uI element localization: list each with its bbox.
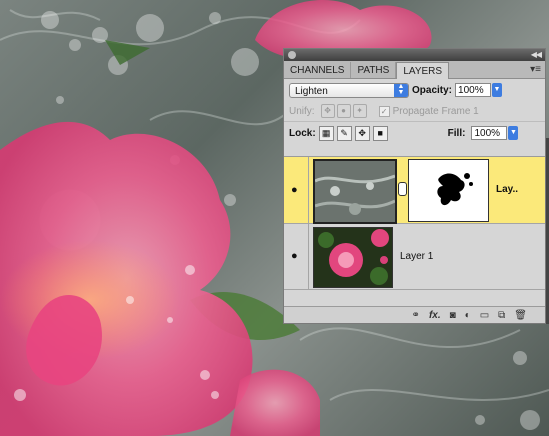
- tab-paths[interactable]: PATHS: [351, 62, 397, 78]
- fx-icon[interactable]: fx.: [429, 310, 441, 321]
- select-arrows-icon: ▲ ▼: [394, 83, 408, 97]
- close-icon[interactable]: [288, 51, 296, 59]
- unify-style-icon[interactable]: ✦: [352, 104, 367, 118]
- propagate-label: Propagate Frame 1: [392, 105, 479, 117]
- chain-link-icon[interactable]: [398, 182, 407, 196]
- adjustment-icon[interactable]: ◐: [465, 310, 471, 321]
- lock-label: Lock:: [289, 127, 316, 139]
- flower-thumbnail-art: [314, 228, 392, 287]
- lock-transparency-icon[interactable]: ▦: [318, 125, 334, 141]
- panel-footer: ⚭ fx. ◙ ◐ ▭ ⧉ 🗑: [284, 306, 545, 323]
- layer-name[interactable]: Layer 1: [400, 251, 433, 262]
- layer-name[interactable]: Lay..: [496, 184, 518, 195]
- eye-icon[interactable]: ●: [291, 185, 303, 196]
- layer-row[interactable]: ● Layer 1: [284, 224, 545, 290]
- divider: [308, 157, 309, 223]
- unify-row: Unify: ✥ ● ✦ ✓ Propagate Frame 1: [284, 101, 545, 121]
- unify-label: Unify:: [289, 105, 315, 117]
- lock-position-icon[interactable]: ✥: [354, 125, 370, 141]
- panel-titlebar[interactable]: ◀◀: [284, 49, 545, 61]
- panel-menu-icon[interactable]: ▾≡: [530, 64, 541, 75]
- layer-row-selected[interactable]: ● Lay..: [284, 157, 545, 224]
- mask-art: [437, 173, 473, 206]
- trash-icon[interactable]: 🗑: [514, 310, 527, 321]
- water-thumbnail-art: [315, 161, 395, 222]
- layers-panel: ◀◀ CHANNELS PATHS LAYERS ▾≡ Lighten ▲ ▼ O…: [283, 48, 546, 324]
- new-layer-icon[interactable]: ⧉: [498, 310, 505, 321]
- blend-row: Lighten ▲ ▼ Opacity: 100% ▼: [284, 79, 545, 101]
- lock-row: Lock: ▦ ✎ ✥ ■ Fill: 100% ▼: [284, 121, 545, 144]
- layer-thumbnail[interactable]: [313, 227, 393, 288]
- tab-channels[interactable]: CHANNELS: [284, 62, 352, 78]
- layer-thumbnail[interactable]: [313, 159, 397, 224]
- fill-label: Fill:: [447, 127, 466, 139]
- unify-visibility-icon[interactable]: ●: [336, 104, 351, 118]
- unify-position-icon[interactable]: ✥: [320, 104, 335, 118]
- tab-layers[interactable]: LAYERS: [396, 62, 450, 79]
- opacity-dropdown-icon[interactable]: ▼: [492, 83, 503, 97]
- eye-icon[interactable]: ●: [291, 251, 303, 262]
- divider: [308, 224, 309, 289]
- layer-mask-thumbnail[interactable]: [408, 159, 489, 222]
- fill-dropdown-icon[interactable]: ▼: [508, 126, 519, 140]
- layers-list: ● Lay.. ● Layer 1: [284, 156, 545, 299]
- opacity-input[interactable]: 100%: [455, 83, 492, 97]
- lock-all-icon[interactable]: ■: [372, 125, 388, 141]
- link-icon[interactable]: ⚭: [412, 310, 420, 321]
- panel-tabs: CHANNELS PATHS LAYERS ▾≡: [284, 61, 545, 79]
- collapse-icon[interactable]: ◀◀: [531, 50, 542, 59]
- lock-pixels-icon[interactable]: ✎: [336, 125, 352, 141]
- blend-mode-value: Lighten: [295, 85, 328, 97]
- new-group-icon[interactable]: ▭: [480, 310, 489, 321]
- blend-mode-select[interactable]: Lighten ▲ ▼: [289, 82, 409, 98]
- fill-input[interactable]: 100%: [471, 126, 508, 140]
- add-mask-icon[interactable]: ◙: [450, 310, 456, 321]
- opacity-label: Opacity:: [412, 84, 453, 96]
- propagate-checkbox[interactable]: ✓: [378, 105, 390, 117]
